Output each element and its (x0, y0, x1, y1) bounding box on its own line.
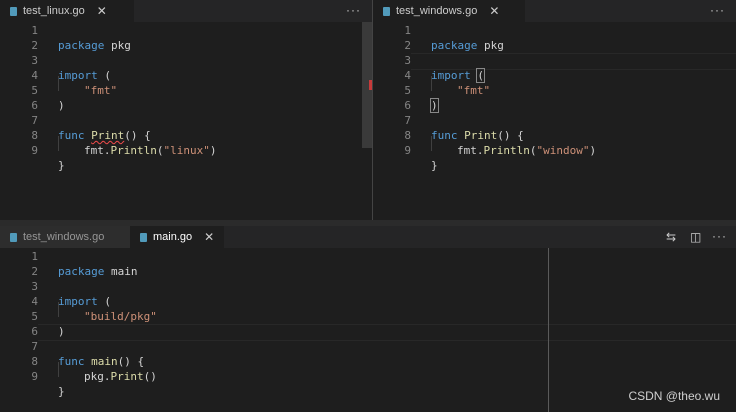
tab-bar: test_linux.go ✕ ··· (0, 0, 372, 22)
line-number: 6 (31, 99, 38, 112)
line-number: 8 (404, 129, 411, 142)
line-number: 7 (404, 114, 411, 127)
line-number: 1 (404, 24, 411, 37)
line-number: 9 (31, 370, 38, 383)
line-number: 2 (404, 39, 411, 52)
editor-group-top-left: test_linux.go ✕ ··· 1 package pkg 2 3 im… (0, 0, 372, 220)
tab-bar: test_windows.go ✕ ··· (373, 0, 736, 22)
line-number: 8 (31, 355, 38, 368)
line-number: 9 (404, 144, 411, 157)
go-file-icon (383, 6, 390, 16)
more-actions-icon[interactable]: ··· (712, 229, 727, 243)
code-editor[interactable]: 1 package main 2 3 import ( 4 "build/pkg… (0, 248, 736, 412)
tab-main[interactable]: main.go ✕ (130, 226, 224, 248)
go-file-icon (10, 232, 17, 242)
go-file-icon (140, 232, 147, 242)
line-number: 4 (31, 295, 38, 308)
line-number: 9 (31, 144, 38, 157)
more-actions-icon[interactable]: ··· (710, 3, 725, 17)
editor-group-bottom: test_windows.go main.go ✕ ⇆ ◫ ··· 1 pack… (0, 226, 736, 412)
line-number: 5 (31, 310, 38, 323)
line-number: 7 (31, 340, 38, 353)
code-editor[interactable]: 1 package pkg 2 3 import ( 4 "fmt" 5 ) 6… (0, 22, 372, 220)
line-number: 3 (404, 54, 411, 67)
split-editor-icon[interactable]: ◫ (690, 230, 701, 244)
editor-group-top-right: test_windows.go ✕ ··· 1 package pkg 2 3 … (373, 0, 736, 220)
go-file-icon (10, 6, 17, 16)
code-line: } (58, 159, 65, 172)
tab-label: test_windows.go (23, 231, 105, 243)
line-number: 5 (31, 84, 38, 97)
line-number: 2 (31, 39, 38, 52)
line-number: 3 (31, 54, 38, 67)
tab-test-linux[interactable]: test_linux.go ✕ (0, 0, 134, 22)
tab-label: main.go (153, 231, 193, 243)
code-line: } (58, 385, 65, 398)
tab-label: test_linux.go (23, 5, 85, 17)
close-icon[interactable]: ✕ (489, 4, 499, 18)
line-number: 2 (31, 265, 38, 278)
tab-bar: test_windows.go main.go ✕ ⇆ ◫ ··· (0, 226, 736, 248)
line-number: 5 (404, 84, 411, 97)
watermark: CSDN @theo.wu (628, 389, 720, 403)
line-number: 4 (404, 69, 411, 82)
line-number: 8 (31, 129, 38, 142)
tab-label: test_windows.go (396, 5, 478, 17)
line-number: 7 (31, 114, 38, 127)
code-line: } (431, 159, 438, 172)
line-number: 1 (31, 24, 38, 37)
line-number: 3 (31, 280, 38, 293)
close-icon[interactable]: ✕ (204, 230, 214, 244)
line-number: 1 (31, 250, 38, 263)
tab-test-windows[interactable]: test_windows.go (0, 226, 130, 248)
line-number: 6 (404, 99, 411, 112)
tab-test-windows[interactable]: test_windows.go ✕ (373, 0, 525, 22)
line-number: 6 (31, 325, 38, 338)
code-editor[interactable]: 1 package pkg 2 3 import ( 4 "fmt" 5 ) 6… (373, 22, 736, 220)
line-number: 4 (31, 69, 38, 82)
compare-icon[interactable]: ⇆ (666, 230, 676, 244)
more-actions-icon[interactable]: ··· (346, 3, 361, 17)
close-icon[interactable]: ✕ (97, 4, 107, 18)
